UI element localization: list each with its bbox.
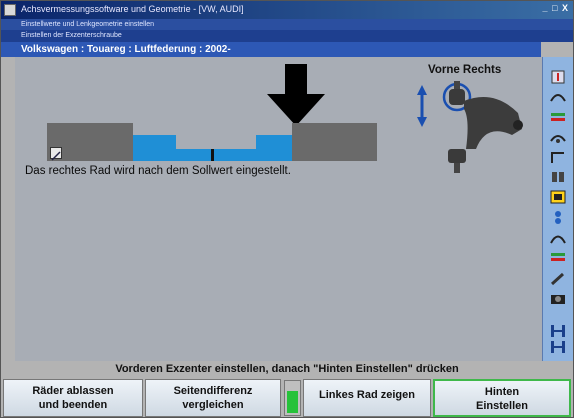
vehicle-label: Volkswagen : Touareg : Luftfederung : 20…: [21, 44, 231, 55]
camera-icon[interactable]: [549, 291, 567, 307]
steering-icon[interactable]: [549, 189, 567, 205]
sub-bar-text: Einstellen der Exzenterschraube: [21, 32, 122, 39]
right-toolbar: [542, 57, 573, 361]
button-label-line1: Seitendifferenz: [173, 385, 253, 397]
button-label-line2: Einstellen: [476, 400, 528, 412]
axle-front-icon[interactable]: [549, 323, 567, 339]
suspension-diagram-icon: [417, 81, 523, 173]
wheel-adjust-icon[interactable]: [549, 169, 567, 185]
status-indicator: [284, 380, 301, 416]
menu-bar: Einstellwerte und Lenkgeometrie einstell…: [1, 19, 573, 30]
adjustment-gauge: [47, 123, 377, 161]
lower-wheels-exit-button[interactable]: Räder ablassen und beenden: [3, 379, 143, 417]
edit-icon[interactable]: [50, 147, 62, 161]
gauge-tolerance-right: [256, 135, 292, 161]
menu-bar-text: Einstellwerte und Lenkgeometrie einstell…: [21, 21, 155, 28]
function-button-row: Räder ablassen und beenden Seitendiffere…: [1, 378, 573, 418]
button-label-line1: Hinten: [484, 386, 520, 398]
application-window: Achsvermessungssoftware und Geometrie - …: [0, 0, 574, 418]
show-left-wheel-button[interactable]: Linkes Rad zeigen: [303, 379, 431, 417]
button-label: Linkes Rad zeigen: [319, 389, 415, 401]
window-title: Achsvermessungssoftware und Geometrie - …: [21, 4, 244, 14]
tools-icon[interactable]: [549, 271, 567, 287]
curve-icon[interactable]: [549, 149, 567, 165]
rear-adjust-button[interactable]: Hinten Einstellen: [433, 379, 571, 417]
caster-icon[interactable]: [549, 89, 567, 105]
alignment-icon[interactable]: [549, 249, 567, 265]
instruction-text: Das rechtes Rad wird nach dem Sollwert e…: [25, 165, 291, 177]
axle-rear-icon[interactable]: [549, 339, 567, 355]
camber-icon[interactable]: [549, 109, 567, 125]
sensor-icon[interactable]: [549, 209, 567, 225]
lift-icon[interactable]: [549, 69, 567, 85]
gauge-right-block: [292, 123, 377, 161]
wheel-position-title: Vorne Rechts: [428, 64, 502, 76]
gauge-tolerance-left: [133, 135, 176, 161]
button-label-line1: Räder ablassen: [32, 385, 114, 397]
button-label-line2: und beenden: [38, 399, 108, 411]
status-line: Vorderen Exzenter einstellen, danach "Hi…: [1, 361, 573, 378]
gauge-target-marker: [211, 149, 214, 161]
window-controls[interactable]: _ □ X: [543, 3, 569, 13]
gauge-target-zone: [176, 149, 256, 161]
title-bar[interactable]: Achsvermessungssoftware und Geometrie - …: [1, 1, 573, 19]
compare-side-difference-button[interactable]: Seitendifferenz vergleichen: [145, 379, 281, 417]
arrow-down-icon: [267, 64, 325, 126]
green-led-icon: [287, 391, 298, 413]
button-label-line2: vergleichen: [182, 399, 244, 411]
arch-icon[interactable]: [549, 229, 567, 245]
app-icon: [4, 4, 16, 16]
vehicle-bar: Volkswagen : Touareg : Luftfederung : 20…: [1, 42, 541, 57]
sub-bar: Einstellen der Exzenterschraube: [1, 30, 573, 42]
toe-icon[interactable]: [549, 129, 567, 145]
